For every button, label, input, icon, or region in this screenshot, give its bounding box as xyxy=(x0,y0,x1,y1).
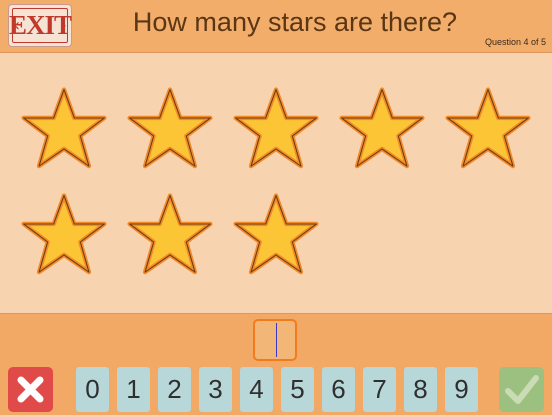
answer-input[interactable] xyxy=(253,319,297,361)
clear-button[interactable] xyxy=(8,367,53,412)
chevron-right-icon: › xyxy=(59,15,67,36)
digit-key-2[interactable]: 2 xyxy=(158,367,191,412)
star-icon xyxy=(445,87,531,169)
checkmark-icon xyxy=(505,375,539,404)
star-icon xyxy=(21,193,107,275)
text-cursor xyxy=(276,323,277,357)
header: ‹ EXIT › How many stars are there? Quest… xyxy=(0,0,552,53)
stars-area xyxy=(0,53,552,313)
digit-key-7[interactable]: 7 xyxy=(363,367,396,412)
digit-key-1[interactable]: 1 xyxy=(117,367,150,412)
digit-key-5[interactable]: 5 xyxy=(281,367,314,412)
question-title: How many stars are there? xyxy=(132,7,458,37)
star-icon xyxy=(233,87,319,169)
star-icon xyxy=(21,87,107,169)
digit-key-3[interactable]: 3 xyxy=(199,367,232,412)
exit-button[interactable]: ‹ EXIT › xyxy=(8,4,72,47)
star-icon xyxy=(233,193,319,275)
submit-button[interactable] xyxy=(499,367,544,412)
star-icon xyxy=(339,87,425,169)
digit-key-4[interactable]: 4 xyxy=(240,367,273,412)
star-icon xyxy=(127,193,213,275)
digit-key-0[interactable]: 0 xyxy=(76,367,109,412)
answer-bar: 0 1 2 3 4 5 6 7 8 9 xyxy=(0,313,552,415)
digit-key-9[interactable]: 9 xyxy=(445,367,478,412)
digit-key-8[interactable]: 8 xyxy=(404,367,437,412)
question-counter: Question 4 of 5 xyxy=(484,37,546,47)
x-icon xyxy=(17,376,44,403)
star-icon xyxy=(127,87,213,169)
digit-key-6[interactable]: 6 xyxy=(322,367,355,412)
